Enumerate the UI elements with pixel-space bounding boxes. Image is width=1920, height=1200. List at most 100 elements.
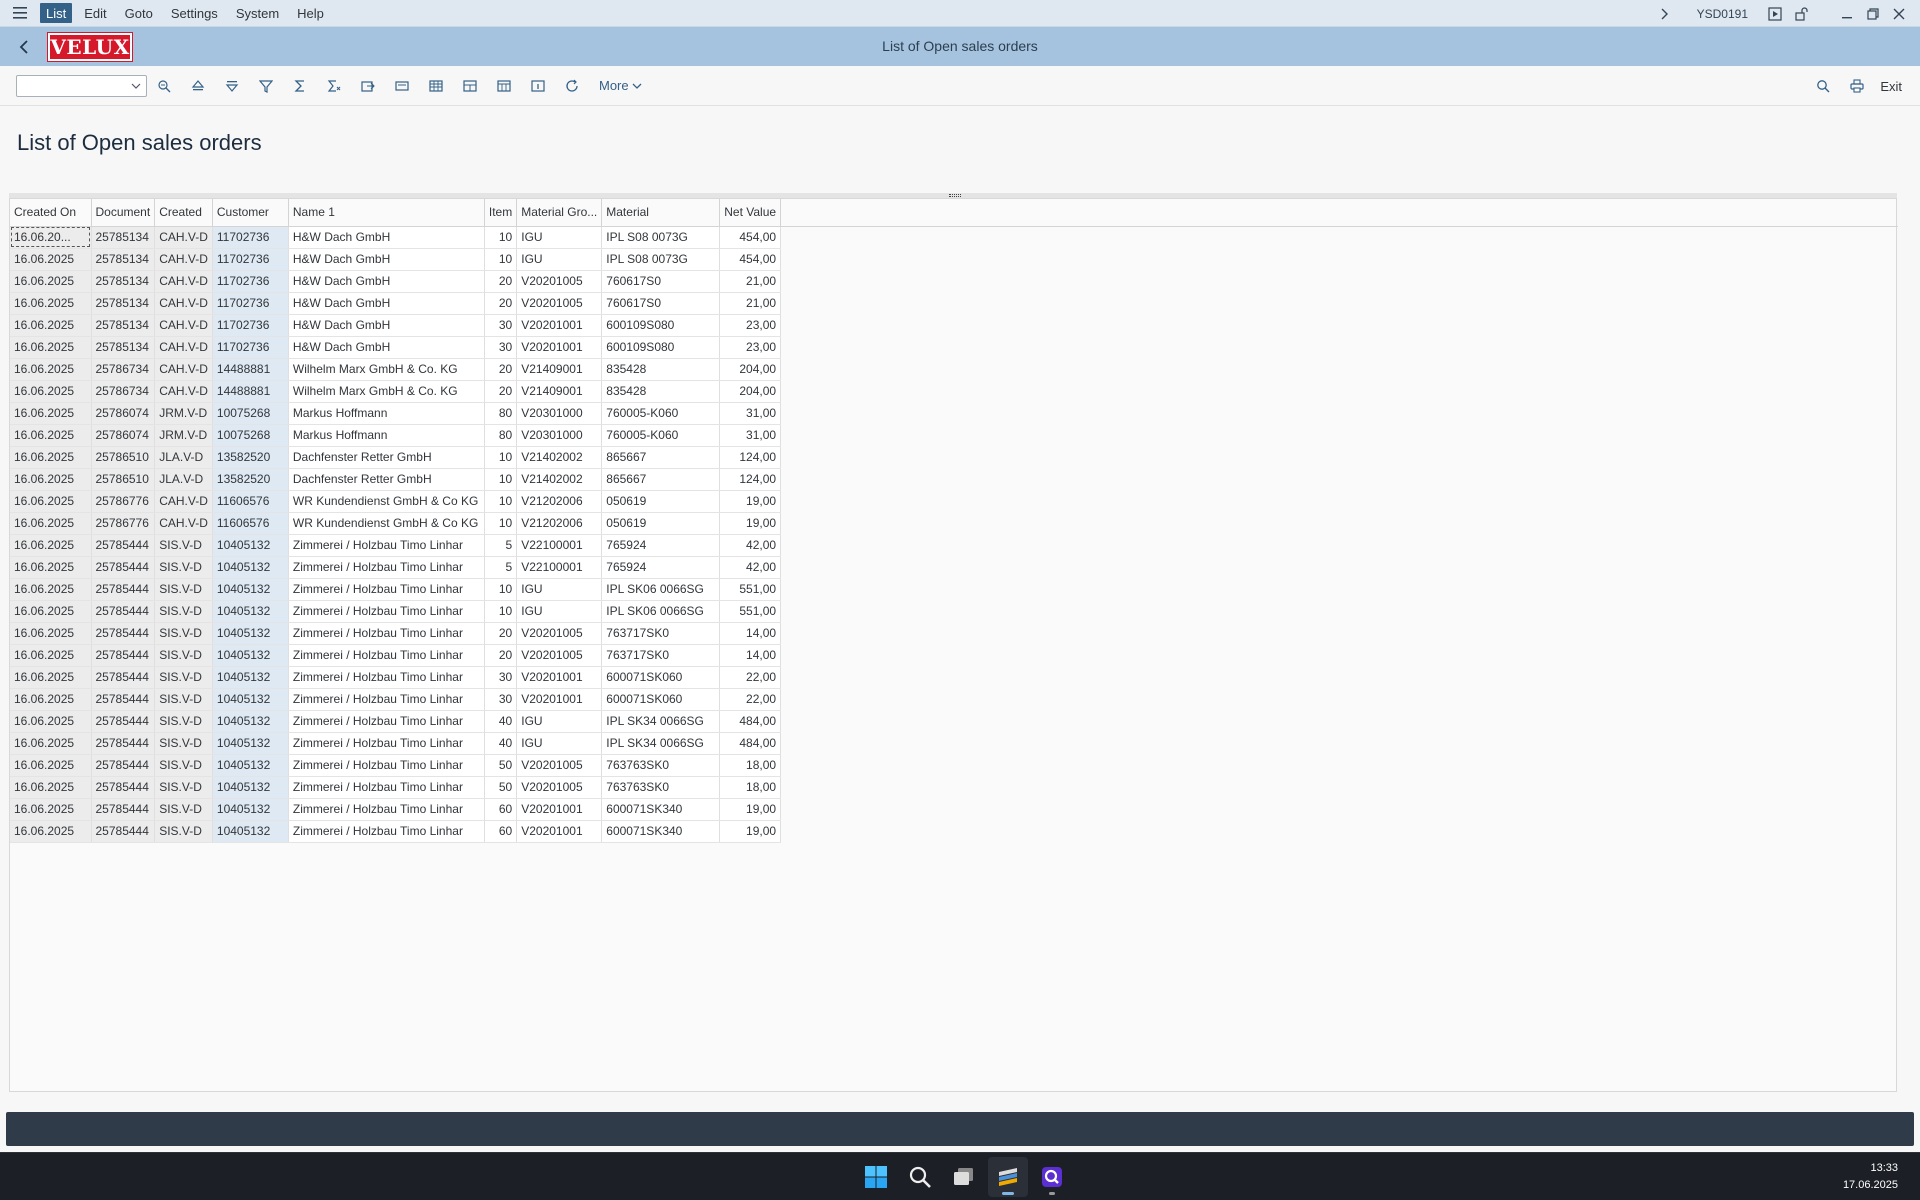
sum-icon[interactable] [283,71,317,101]
cell-material-group[interactable]: V20201001 [516,314,603,337]
close-icon[interactable] [1886,0,1912,27]
cell-item[interactable]: 10 [484,226,518,249]
cell-document[interactable]: 25785134 [91,314,156,337]
cell-item[interactable]: 20 [484,644,518,667]
cell-created-on[interactable]: 16.06.2025 [10,776,92,799]
cell-document[interactable]: 25785444 [91,556,156,579]
cell-customer[interactable]: 11702736 [212,314,289,337]
cell-material[interactable]: IPL S08 0073G [601,248,721,271]
cell-created-on[interactable]: 16.06.20... [10,226,92,249]
cell-created-by[interactable]: SIS.V-D [154,556,213,579]
cell-document[interactable]: 25785444 [91,534,156,557]
cell-item[interactable]: 60 [484,798,518,821]
cell-item[interactable]: 20 [484,358,518,381]
cell-material-group[interactable]: V20201001 [516,798,603,821]
cell-created-on[interactable]: 16.06.2025 [10,556,92,579]
exit-button[interactable]: Exit [1880,79,1902,94]
table-row[interactable]: 16.06.2025 25785444 SIS.V-D 10405132 Zimmere… [10,600,782,623]
cell-created-by[interactable]: SIS.V-D [154,798,213,821]
table-row[interactable]: 16.06.2025 25786510 JLA.V-D 13582520 Dachfen… [10,468,782,491]
table-row[interactable]: 16.06.2025 25786776 CAH.V-D 11606576 WR Kund… [10,512,782,535]
cell-item[interactable]: 20 [484,380,518,403]
cell-material[interactable]: IPL SK34 0066SG [601,710,721,733]
search-icon[interactable] [1806,71,1840,101]
cell-material[interactable]: 050619 [601,512,721,535]
cell-material-group[interactable]: V20201001 [516,666,603,689]
sap-gui-icon[interactable] [988,1157,1028,1197]
cell-item[interactable]: 30 [484,314,518,337]
cell-name-1[interactable]: Zimmerei / Holzbau Timo Linhar [288,600,485,623]
cell-material[interactable]: 600071SK340 [601,820,721,843]
table-row[interactable]: 16.06.2025 25785444 SIS.V-D 10405132 Zimmere… [10,732,782,755]
cell-created-on[interactable]: 16.06.2025 [10,512,92,535]
cell-net-value[interactable]: 454,00 [719,226,782,249]
cell-net-value[interactable]: 204,00 [719,380,782,403]
minimize-icon[interactable] [1834,0,1860,27]
restore-icon[interactable] [1860,0,1886,27]
cell-material[interactable]: IPL SK06 0066SG [601,600,721,623]
cell-net-value[interactable]: 42,00 [719,534,782,557]
cell-name-1[interactable]: Wilhelm Marx GmbH & Co. KG [288,380,485,403]
app-purple-icon[interactable] [1032,1157,1072,1197]
cell-material-group[interactable]: V21402002 [516,446,603,469]
cell-name-1[interactable]: WR Kundendienst GmbH & Co KG [288,512,485,535]
cell-document[interactable]: 25786776 [91,512,156,535]
cell-created-on[interactable]: 16.06.2025 [10,798,92,821]
table-row[interactable]: 16.06.2025 25785444 SIS.V-D 10405132 Zimmere… [10,622,782,645]
table-row[interactable]: 16.06.2025 25785444 SIS.V-D 10405132 Zimmere… [10,754,782,777]
table-row[interactable]: 16.06.2025 25786074 JRM.V-D 10075268 Markus … [10,402,782,425]
cell-customer[interactable]: 13582520 [212,446,289,469]
cell-created-on[interactable]: 16.06.2025 [10,446,92,469]
cell-name-1[interactable]: Zimmerei / Holzbau Timo Linhar [288,666,485,689]
layout-icon[interactable] [453,71,487,101]
menu-system[interactable]: System [230,3,285,23]
hamburger-menu-icon[interactable] [0,0,40,27]
subtotal-icon[interactable] [317,71,351,101]
cell-net-value[interactable]: 23,00 [719,314,782,337]
cell-document[interactable]: 25785134 [91,248,156,271]
table-row[interactable]: 16.06.2025 25785444 SIS.V-D 10405132 Zimmere… [10,644,782,667]
cell-item[interactable]: 20 [484,292,518,315]
cell-document[interactable]: 25785444 [91,688,156,711]
menu-edit[interactable]: Edit [78,3,112,23]
cell-name-1[interactable]: Zimmerei / Holzbau Timo Linhar [288,534,485,557]
details-icon[interactable] [147,71,181,101]
cell-document[interactable]: 25785444 [91,710,156,733]
table-row[interactable]: 16.06.2025 25786074 JRM.V-D 10075268 Markus … [10,424,782,447]
cell-created-by[interactable]: CAH.V-D [154,358,213,381]
cell-material-group[interactable]: V21402002 [516,468,603,491]
cell-created-by[interactable]: CAH.V-D [154,380,213,403]
cell-net-value[interactable]: 23,00 [719,336,782,359]
cell-material[interactable]: 760005-K060 [601,424,721,447]
print-preview-icon[interactable] [385,71,419,101]
cell-item[interactable]: 10 [484,248,518,271]
cell-created-on[interactable]: 16.06.2025 [10,490,92,513]
cell-item[interactable]: 5 [484,534,518,557]
table-row[interactable]: 16.06.2025 25785134 CAH.V-D 11702736 H&W Dac… [10,270,782,293]
cell-material[interactable]: 763717SK0 [601,644,721,667]
cell-created-on[interactable]: 16.06.2025 [10,666,92,689]
cell-item[interactable]: 10 [484,600,518,623]
cell-customer[interactable]: 10405132 [212,600,289,623]
cell-net-value[interactable]: 551,00 [719,578,782,601]
cell-name-1[interactable]: Dachfenster Retter GmbH [288,446,485,469]
info-icon[interactable] [521,71,555,101]
cell-material-group[interactable]: V20201005 [516,776,603,799]
cell-created-on[interactable]: 16.06.2025 [10,600,92,623]
cell-material-group[interactable]: V20201001 [516,336,603,359]
cell-created-by[interactable]: SIS.V-D [154,820,213,843]
table-row[interactable]: 16.06.2025 25785134 CAH.V-D 11702736 H&W Dac… [10,336,782,359]
cell-item[interactable]: 10 [484,512,518,535]
cell-created-on[interactable]: 16.06.2025 [10,710,92,733]
cell-net-value[interactable]: 31,00 [719,424,782,447]
cell-created-by[interactable]: SIS.V-D [154,666,213,689]
cell-name-1[interactable]: Zimmerei / Holzbau Timo Linhar [288,622,485,645]
cell-net-value[interactable]: 19,00 [719,490,782,513]
cell-material-group[interactable]: V22100001 [516,556,603,579]
cell-document[interactable]: 25785444 [91,732,156,755]
cell-customer[interactable]: 10075268 [212,402,289,425]
cell-created-by[interactable]: SIS.V-D [154,600,213,623]
column-header-name-1[interactable]: Name 1 [288,199,485,227]
cell-customer[interactable]: 10405132 [212,776,289,799]
cell-document[interactable]: 25785444 [91,578,156,601]
